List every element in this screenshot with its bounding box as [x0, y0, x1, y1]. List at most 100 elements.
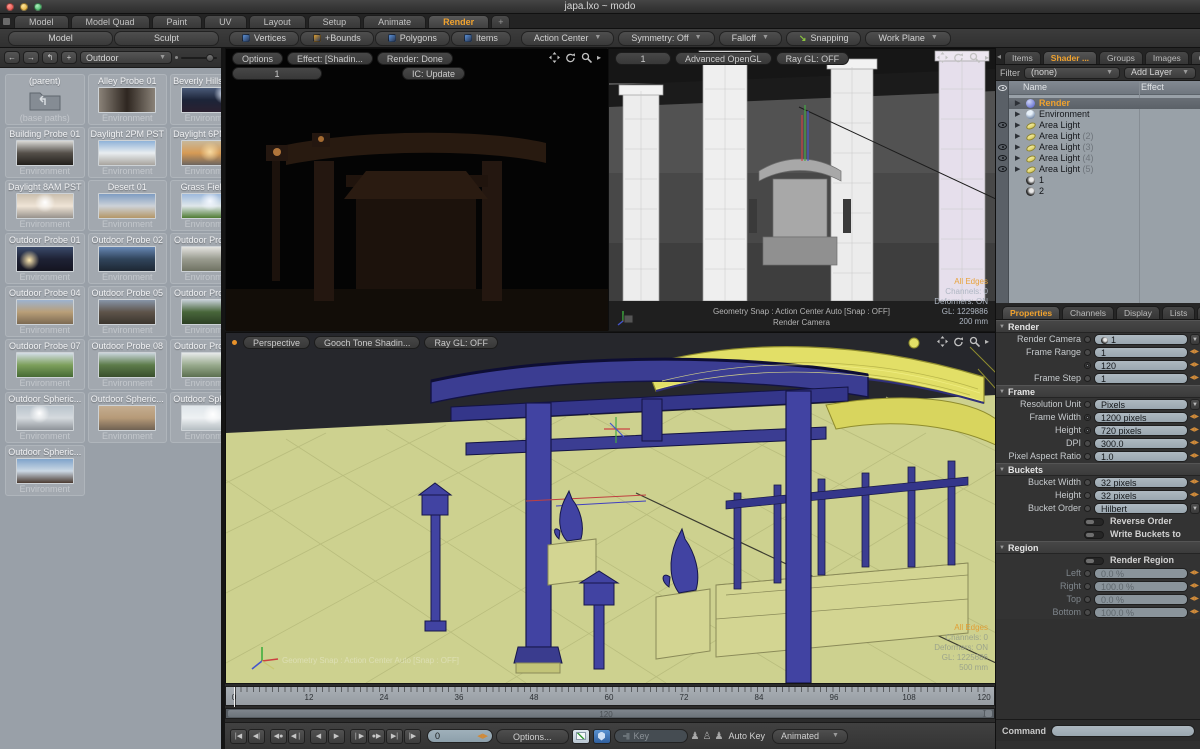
zoom-icon[interactable]: [969, 336, 980, 347]
channel-toggle[interactable]: [1084, 570, 1091, 577]
properties-tab-channels[interactable]: Channels: [1062, 306, 1114, 319]
prop-field[interactable]: Pixels: [1094, 399, 1188, 410]
preset-outdoor-probe-06[interactable]: Outdoor Probe 06 Environment: [170, 286, 221, 337]
pose-icon[interactable]: ♙: [703, 729, 712, 744]
items-button[interactable]: Items: [450, 30, 511, 46]
raygl-button[interactable]: Ray GL: OFF: [424, 336, 498, 349]
section-header-buckets[interactable]: Buckets: [996, 463, 1200, 476]
shader-tree-row-1[interactable]: 1: [1009, 175, 1200, 186]
transport-button-0[interactable]: |◀: [230, 728, 247, 744]
zoom-icon[interactable]: [969, 52, 980, 63]
channel-toggle[interactable]: [1084, 479, 1091, 486]
viewport-menu-caret-icon[interactable]: ▸: [597, 53, 601, 62]
graph-editor-button[interactable]: [571, 728, 590, 744]
preset-outdoor-spheric[interactable]: Outdoor Spheric... Environment: [170, 392, 221, 443]
prop-field[interactable]: 1200 pixels: [1094, 412, 1188, 423]
shader-tree-row-area-light-5[interactable]: ▶ Area Light (5): [1009, 164, 1200, 175]
prop-field[interactable]: 720 pixels: [1094, 425, 1188, 436]
mini-stepper-icon[interactable]: ◀▶: [1190, 607, 1199, 618]
expand-arrow-icon[interactable]: ▶: [1015, 109, 1020, 120]
prop-field[interactable]: 100.0 %: [1094, 607, 1188, 618]
preset-daylight-8am-pst[interactable]: Daylight 8AM PST Environment: [5, 180, 85, 231]
key-field[interactable]: Key: [613, 729, 688, 743]
gl-shading-mode-button[interactable]: Advanced OpenGL: [675, 52, 772, 65]
checkbox-toggle[interactable]: [1084, 556, 1104, 565]
preset-alley-probe-01[interactable]: Alley Probe 01 Environment: [87, 74, 168, 125]
back-arrow-button[interactable]: ←: [4, 51, 20, 64]
visibility-eye-icon[interactable]: [998, 155, 1007, 161]
viewport-menu-caret-icon[interactable]: ▸: [985, 337, 989, 346]
thumbnail-size-slider[interactable]: [175, 53, 217, 62]
layout-tab-uv[interactable]: UV: [204, 15, 247, 28]
preset-building-probe-01[interactable]: Building Probe 01 Environment: [5, 127, 85, 178]
add-layer-dropdown[interactable]: Add Layer ▼: [1124, 66, 1196, 79]
prop-field[interactable]: 1.0: [1094, 451, 1188, 462]
mini-stepper-icon[interactable]: ◀▶: [1190, 360, 1199, 371]
panel-tab-quick-t[interactable]: Quick T...: [1190, 51, 1200, 64]
layout-tab-model[interactable]: Model: [14, 15, 69, 28]
pan-icon[interactable]: [936, 52, 948, 63]
mini-stepper-icon[interactable]: ◀▶: [1190, 477, 1199, 488]
transport-button-7[interactable]: ●▶: [368, 728, 385, 744]
prop-field[interactable]: 120: [1094, 360, 1188, 371]
prop-field[interactable]: 32 pixels: [1094, 477, 1188, 488]
preview-pass-field[interactable]: 1: [232, 67, 322, 80]
snapping-dropdown[interactable]: ↘ Snapping: [785, 30, 862, 46]
properties-tab-properties[interactable]: Properties: [1002, 306, 1061, 319]
up-directory-button[interactable]: ↰: [42, 51, 58, 64]
timeline-range-segment[interactable]: 120: [228, 710, 984, 719]
mini-stepper-icon[interactable]: ◀▶: [1190, 490, 1199, 501]
preset-daylight-2pm-pst[interactable]: Daylight 2PM PST Environment: [87, 127, 168, 178]
layout-tab-layout[interactable]: Layout: [248, 15, 306, 28]
chevron-down-icon[interactable]: ▼: [1190, 399, 1200, 410]
preview-effect-button[interactable]: Effect: [Shadin...: [287, 52, 373, 65]
vertices-button[interactable]: Vertices: [229, 30, 300, 46]
filter-dropdown[interactable]: (none) ▼: [1024, 66, 1120, 79]
panel-tab-shader[interactable]: Shader ...: [1042, 51, 1098, 64]
preview-options-button[interactable]: Options: [232, 52, 284, 65]
orbit-icon[interactable]: [565, 52, 576, 63]
channel-toggle[interactable]: [1084, 349, 1091, 356]
preset-outdoor-spheric[interactable]: Outdoor Spheric... Environment: [87, 392, 168, 443]
mini-stepper-icon[interactable]: ◀▶: [1190, 438, 1199, 449]
prop-field[interactable]: 32 pixels: [1094, 490, 1188, 501]
transport-button-1[interactable]: ◀|: [248, 728, 265, 744]
shader-tree-row-area-light-3[interactable]: ▶ Area Light (3): [1009, 142, 1200, 153]
expand-arrow-icon[interactable]: ▶: [1015, 142, 1020, 153]
model-mode-button[interactable]: Model: [8, 30, 113, 46]
layout-tab-render[interactable]: Render: [428, 15, 490, 28]
work-plane-dropdown[interactable]: Work Plane ▼: [865, 30, 951, 46]
mini-stepper-icon[interactable]: ◀▶: [1190, 373, 1199, 384]
action-center-dropdown[interactable]: Action Center ▼: [520, 30, 615, 46]
timeline-playhead[interactable]: [234, 687, 235, 707]
expand-arrow-icon[interactable]: ▶: [1015, 120, 1020, 131]
transport-button-4[interactable]: ◀: [310, 728, 327, 744]
shading-mode-button[interactable]: Gooch Tone Shadin...: [314, 336, 421, 349]
section-header-render[interactable]: Render: [996, 320, 1200, 333]
shader-tree-row-2[interactable]: 2: [1009, 186, 1200, 197]
layout-tab-setup[interactable]: Setup: [307, 15, 362, 28]
prop-field[interactable]: 0.0 %: [1094, 594, 1188, 605]
channel-toggle[interactable]: [1084, 375, 1091, 382]
channel-toggle[interactable]: [1084, 336, 1091, 343]
command-input[interactable]: [1051, 724, 1195, 737]
visibility-eye-icon[interactable]: [998, 122, 1007, 128]
preset-outdoor-probe-03[interactable]: Outdoor Probe 03 Environment: [170, 233, 221, 284]
mini-stepper-icon[interactable]: ◀▶: [1190, 347, 1199, 358]
mini-stepper-icon[interactable]: ◀▶: [1190, 451, 1199, 462]
mini-stepper-icon[interactable]: ◀▶: [1190, 594, 1199, 605]
preset-desert-01[interactable]: Desert 01 Environment: [87, 180, 168, 231]
zoom-icon[interactable]: [581, 52, 592, 63]
prop-field[interactable]: 0.0 %: [1094, 568, 1188, 579]
chevron-down-icon[interactable]: ▼: [1190, 334, 1200, 345]
render-preview-viewport[interactable]: Options Effect: [Shadin... Render: Done …: [225, 48, 608, 331]
preset-outdoor-probe-01[interactable]: Outdoor Probe 01 Environment: [5, 233, 85, 284]
gl-pass-field[interactable]: 1: [615, 52, 671, 65]
channel-toggle[interactable]: [1084, 427, 1091, 434]
prop-field[interactable]: 1: [1094, 334, 1188, 345]
shader-tree-row-area-light-2[interactable]: ▶ Area Light (2): [1009, 131, 1200, 142]
section-header-region[interactable]: Region: [996, 541, 1200, 554]
slider-knob[interactable]: [206, 53, 215, 62]
orbit-icon[interactable]: [953, 52, 964, 63]
slider-track[interactable]: [181, 53, 217, 62]
